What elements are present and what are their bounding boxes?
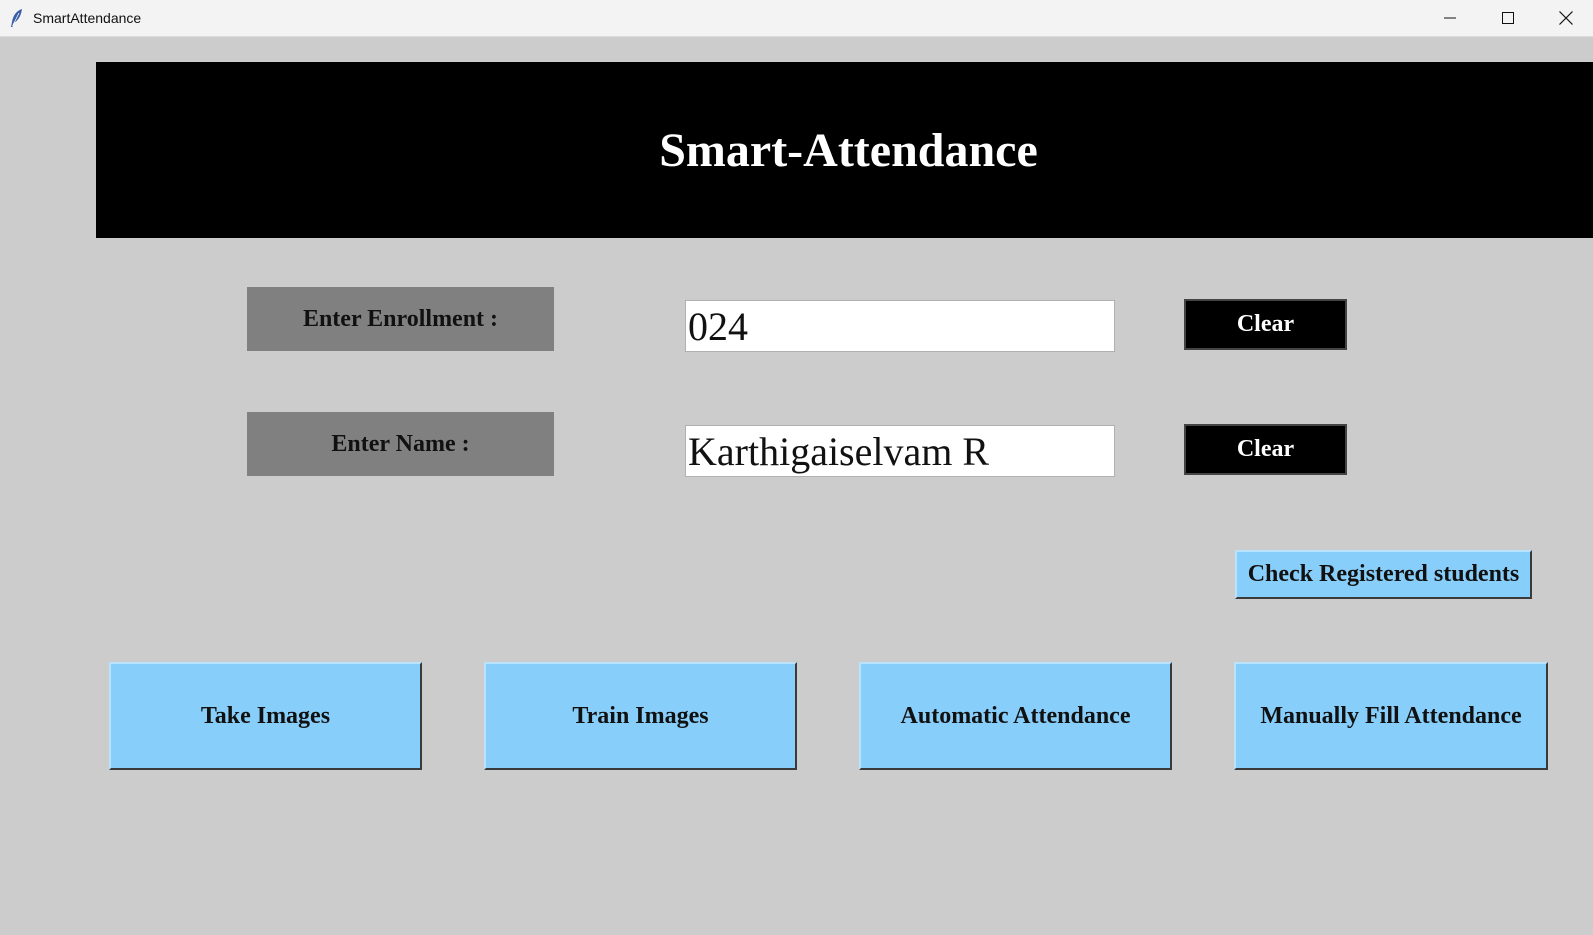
close-icon xyxy=(1559,11,1573,25)
check-registered-students-button[interactable]: Check Registered students xyxy=(1235,550,1532,599)
clear-enrollment-button[interactable]: Clear xyxy=(1184,299,1347,350)
maximize-button[interactable] xyxy=(1479,0,1537,36)
clear-name-button[interactable]: Clear xyxy=(1184,424,1347,475)
manually-fill-attendance-button[interactable]: Manually Fill Attendance xyxy=(1234,662,1548,770)
enrollment-input[interactable] xyxy=(685,300,1115,352)
page-title: Smart-Attendance xyxy=(659,123,1038,177)
take-images-button[interactable]: Take Images xyxy=(109,662,422,770)
automatic-attendance-button[interactable]: Automatic Attendance xyxy=(859,662,1172,770)
header-banner: Smart-Attendance xyxy=(96,62,1593,238)
minimize-button[interactable] xyxy=(1421,0,1479,36)
maximize-icon xyxy=(1502,12,1514,24)
window-title: SmartAttendance xyxy=(33,10,142,26)
enrollment-label: Enter Enrollment : xyxy=(247,287,554,351)
name-label: Enter Name : xyxy=(247,412,554,476)
feather-icon xyxy=(10,8,24,28)
window-titlebar: SmartAttendance xyxy=(0,0,1593,37)
minimize-icon xyxy=(1444,17,1456,19)
train-images-button[interactable]: Train Images xyxy=(484,662,797,770)
close-button[interactable] xyxy=(1537,0,1593,36)
name-input[interactable] xyxy=(685,425,1115,477)
